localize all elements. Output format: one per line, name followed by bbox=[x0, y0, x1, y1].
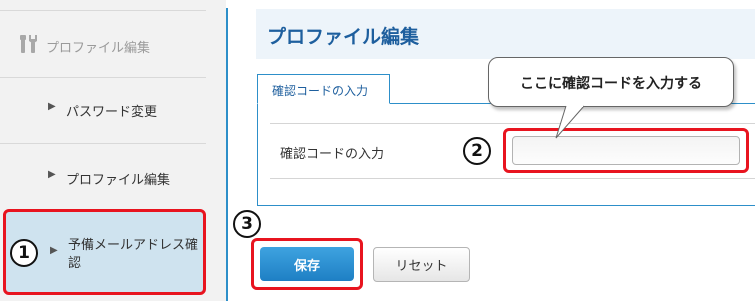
verification-code-label: 確認コードの入力 bbox=[280, 147, 385, 162]
verification-code-input[interactable] bbox=[512, 136, 740, 165]
step-3-marker: 3 bbox=[233, 210, 261, 238]
divider bbox=[270, 123, 755, 124]
input-highlight-box bbox=[503, 128, 749, 173]
step-2-marker: 2 bbox=[463, 137, 491, 165]
step-1-marker: 1 bbox=[10, 239, 38, 267]
tab-verification-code[interactable]: 確認コードの入力 bbox=[257, 74, 390, 104]
save-highlight-box: 保存 bbox=[251, 238, 363, 290]
callout-bubble: ここに確認コードを入力する bbox=[488, 57, 734, 107]
sidebar-header-label: プロファイル編集 bbox=[46, 41, 151, 56]
sidebar-item-label: 予備メールアドレス確認 bbox=[68, 238, 199, 271]
triangle-right-icon: ▶ bbox=[50, 245, 58, 256]
tab-label: 確認コードの入力 bbox=[272, 84, 369, 98]
sidebar-item-password-change[interactable]: ▶ パスワード変更 bbox=[0, 77, 206, 143]
sidebar-item-label: プロファイル編集 bbox=[66, 173, 171, 188]
triangle-right-icon: ▶ bbox=[48, 169, 56, 180]
callout-text: ここに確認コードを入力する bbox=[520, 76, 702, 92]
sidebar-item-profile-edit[interactable]: ▶ プロファイル編集 bbox=[0, 143, 206, 209]
reset-button[interactable]: リセット bbox=[373, 247, 470, 282]
sidebar-item-label: パスワード変更 bbox=[66, 105, 158, 120]
page-title: プロファイル編集 bbox=[267, 26, 420, 48]
triangle-right-icon: ▶ bbox=[48, 101, 56, 112]
divider bbox=[270, 178, 755, 179]
sidebar-divider bbox=[226, 8, 228, 301]
save-button[interactable]: 保存 bbox=[260, 247, 354, 281]
sidebar-header: プロファイル編集 bbox=[0, 10, 206, 77]
tools-icon bbox=[18, 33, 40, 55]
